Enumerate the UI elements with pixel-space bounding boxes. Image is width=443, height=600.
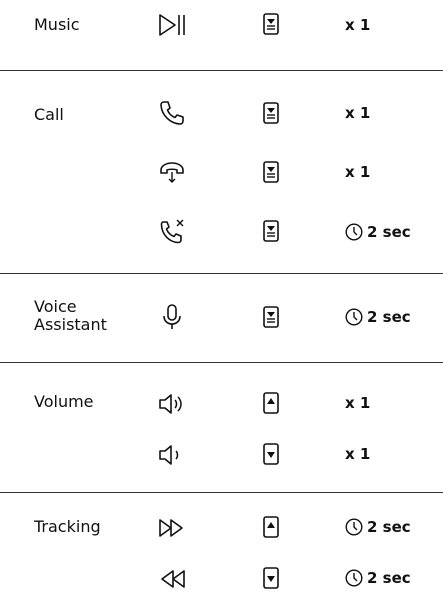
phone-answer-icon (157, 98, 187, 128)
action-voice-assistant: 2 sec (345, 308, 411, 326)
mfb-button-icon (262, 220, 280, 242)
section-divider (0, 70, 443, 71)
section-divider (0, 362, 443, 363)
controls-reference-page: Music x 1 Call x 1 x 1 2 sec Voice Assis… (0, 0, 443, 600)
section-divider (0, 273, 443, 274)
action-text: 2 sec (367, 518, 411, 536)
section-label-volume: Volume (34, 392, 94, 411)
action-previous-track: 2 sec (345, 569, 411, 587)
action-call-answer: x 1 (345, 104, 370, 122)
section-label-voice-assistant: Voice Assistant (34, 297, 107, 334)
action-next-track: 2 sec (345, 518, 411, 536)
mfb-button-icon (262, 306, 280, 328)
action-text: x 1 (345, 163, 371, 181)
action-call-hangup: x 1 (345, 163, 370, 181)
volume-up-button-icon (262, 516, 280, 538)
clock-icon (345, 518, 363, 536)
next-track-icon (157, 513, 187, 543)
action-text: x 1 (345, 16, 371, 34)
action-volume-down: x 1 (345, 445, 370, 463)
mfb-button-icon (262, 161, 280, 183)
action-volume-up: x 1 (345, 394, 370, 412)
action-text: 2 sec (367, 223, 411, 241)
clock-icon (345, 223, 363, 241)
clock-icon (345, 569, 363, 587)
volume-down-button-icon (262, 443, 280, 465)
section-divider (0, 492, 443, 493)
microphone-icon (157, 302, 187, 332)
mfb-button-icon (262, 13, 280, 35)
mfb-button-icon (262, 102, 280, 124)
action-text: 2 sec (367, 308, 411, 326)
action-text: x 1 (345, 445, 371, 463)
phone-hangup-icon (157, 157, 187, 187)
volume-down-icon (157, 440, 187, 470)
volume-up-button-icon (262, 392, 280, 414)
previous-track-icon (157, 564, 187, 594)
volume-up-icon (157, 389, 187, 419)
action-text: 2 sec (367, 569, 411, 587)
section-label-music: Music (34, 15, 80, 34)
action-text: x 1 (345, 104, 371, 122)
volume-down-button-icon (262, 567, 280, 589)
action-call-reject: 2 sec (345, 223, 411, 241)
action-text: x 1 (345, 394, 371, 412)
section-label-tracking: Tracking (34, 517, 101, 536)
clock-icon (345, 308, 363, 326)
section-label-call: Call (34, 105, 64, 124)
action-music: x 1 (345, 16, 370, 34)
phone-reject-icon (157, 216, 187, 246)
play-pause-icon (157, 10, 187, 40)
